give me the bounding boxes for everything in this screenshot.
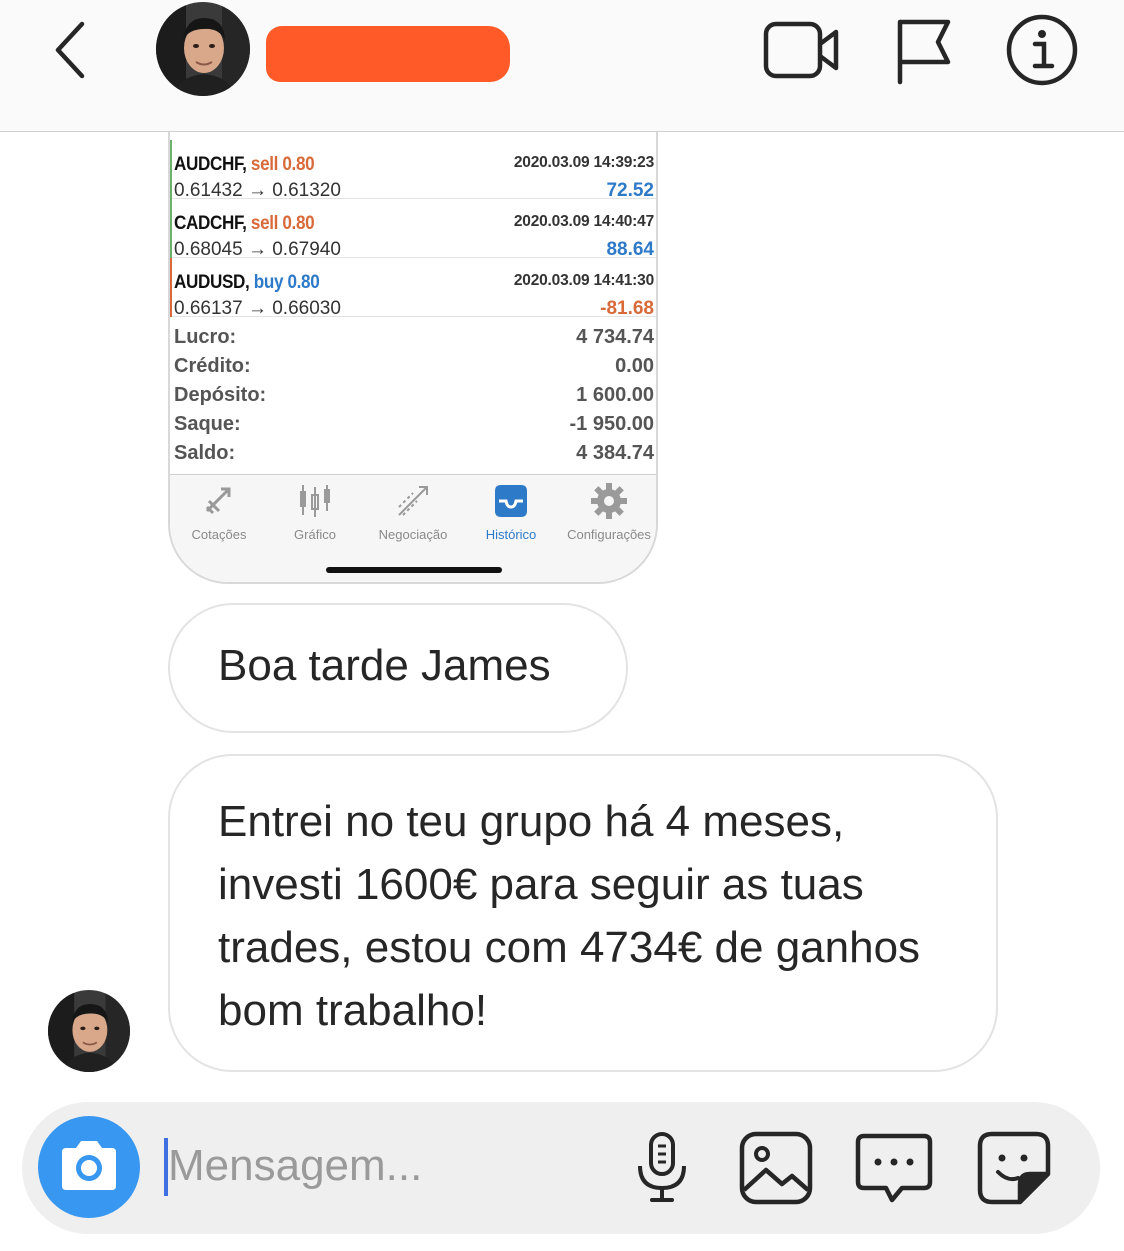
trade-symbol: AUDCHF, <box>174 154 247 175</box>
camera-button[interactable] <box>38 1116 140 1218</box>
summary-row-profit: Lucro: 4 734.74 <box>170 322 656 351</box>
trade-symbol-line: AUDUSD, buy 0.80 <box>174 272 320 294</box>
app-tab-bar: Cotações Gráfico Negociação Histórico Co… <box>170 474 656 582</box>
sender-avatar[interactable] <box>48 990 130 1072</box>
tab-trade[interactable]: Negociação <box>364 481 462 542</box>
tab-label: Histórico <box>485 527 537 542</box>
candlestick-chart-icon <box>300 485 330 517</box>
tab-label: Gráfico <box>294 527 336 542</box>
chevron-left-icon <box>55 21 85 79</box>
shared-screenshot[interactable]: AUDCHF, sell 0.80 0.61432 → 0.61320 2020… <box>168 132 658 584</box>
message-input[interactable] <box>168 1134 608 1198</box>
video-call-icon <box>763 21 839 79</box>
trade-symbol: AUDUSD, <box>174 272 250 293</box>
home-indicator <box>326 567 502 573</box>
trade-icon <box>398 486 428 516</box>
info-button[interactable] <box>1002 12 1082 88</box>
summary-label: Saque: <box>174 413 241 435</box>
back-button[interactable] <box>48 18 96 82</box>
chat-options-button[interactable] <box>854 1128 934 1208</box>
image-gallery-icon <box>739 1131 813 1205</box>
summary-row-balance: Saldo: 4 384.74 <box>170 438 656 467</box>
summary-value: 0.00 <box>615 355 654 377</box>
voice-message-button[interactable] <box>622 1128 702 1208</box>
tab-quotes[interactable]: Cotações <box>170 481 268 542</box>
video-call-button[interactable] <box>762 12 842 88</box>
trade-symbol-line: AUDCHF, sell 0.80 <box>174 154 315 176</box>
trade-symbol-line: CADCHF, sell 0.80 <box>174 213 315 235</box>
microphone-icon <box>638 1132 686 1202</box>
tab-settings[interactable]: Configurações <box>560 481 656 542</box>
account-summary: Lucro: 4 734.74 Crédito: 0.00 Depósito: … <box>170 322 656 467</box>
summary-label: Crédito: <box>174 355 251 377</box>
trade-edge-indicator <box>170 199 172 258</box>
sticker-button[interactable] <box>974 1128 1054 1208</box>
trade-symbol: CADCHF, <box>174 213 247 234</box>
message-text: Entrei no teu grupo há 4 meses, investi … <box>218 797 921 1035</box>
trade-side: sell 0.80 <box>250 154 315 175</box>
info-icon <box>1006 14 1078 86</box>
trade-edge-indicator <box>170 140 172 199</box>
summary-row-withdrawal: Saque: -1 950.00 <box>170 409 656 438</box>
summary-label: Lucro: <box>174 326 237 348</box>
summary-row-credit: Crédito: 0.00 <box>170 351 656 380</box>
summary-value: -1 950.00 <box>569 413 654 435</box>
tab-label: Negociação <box>378 527 448 542</box>
trade-profit: -81.68 <box>600 298 654 319</box>
message-bubble[interactable]: Boa tarde James <box>168 603 628 733</box>
summary-label: Saldo: <box>174 442 236 464</box>
report-flag-button[interactable] <box>890 12 970 88</box>
redacted-contact-name <box>266 26 510 82</box>
quotes-icon <box>205 487 231 515</box>
history-inbox-icon <box>495 485 527 517</box>
trade-time: 2020.03.09 14:40:47 <box>513 213 654 230</box>
trade-side: sell 0.80 <box>250 213 315 234</box>
message-text: Boa tarde James <box>218 641 551 690</box>
contact-avatar[interactable] <box>156 2 250 96</box>
trade-time: 2020.03.09 14:39:23 <box>513 154 654 171</box>
chat-header <box>0 0 1124 132</box>
trade-time: 2020.03.09 14:41:30 <box>513 272 654 289</box>
summary-label: Depósito: <box>174 384 267 406</box>
tab-history[interactable]: Histórico <box>462 481 560 542</box>
summary-value: 4 734.74 <box>576 326 654 348</box>
tab-label: Configurações <box>567 527 651 542</box>
message-bubble[interactable]: Entrei no teu grupo há 4 meses, investi … <box>168 754 998 1072</box>
trade-side: buy 0.80 <box>253 272 320 293</box>
flag-icon <box>897 19 951 85</box>
message-composer <box>22 1102 1100 1234</box>
gear-icon <box>591 483 627 519</box>
gallery-button[interactable] <box>736 1128 816 1208</box>
trade-row: AUDCHF, sell 0.80 0.61432 → 0.61320 2020… <box>170 140 656 201</box>
trade-prices: 0.66137 → 0.66030 <box>174 298 341 319</box>
summary-row-deposit: Depósito: 1 600.00 <box>170 380 656 409</box>
summary-value: 1 600.00 <box>576 384 654 406</box>
chat-bubble-icon <box>855 1133 933 1203</box>
tab-chart[interactable]: Gráfico <box>266 481 364 542</box>
sticker-icon <box>977 1131 1051 1205</box>
trade-row: AUDUSD, buy 0.80 0.66137 → 0.66030 2020.… <box>170 258 656 319</box>
summary-value: 4 384.74 <box>576 442 654 464</box>
trade-row: CADCHF, sell 0.80 0.68045 → 0.67940 2020… <box>170 199 656 260</box>
tab-label: Cotações <box>191 527 247 542</box>
trade-edge-indicator <box>170 258 172 317</box>
camera-icon <box>62 1141 116 1190</box>
